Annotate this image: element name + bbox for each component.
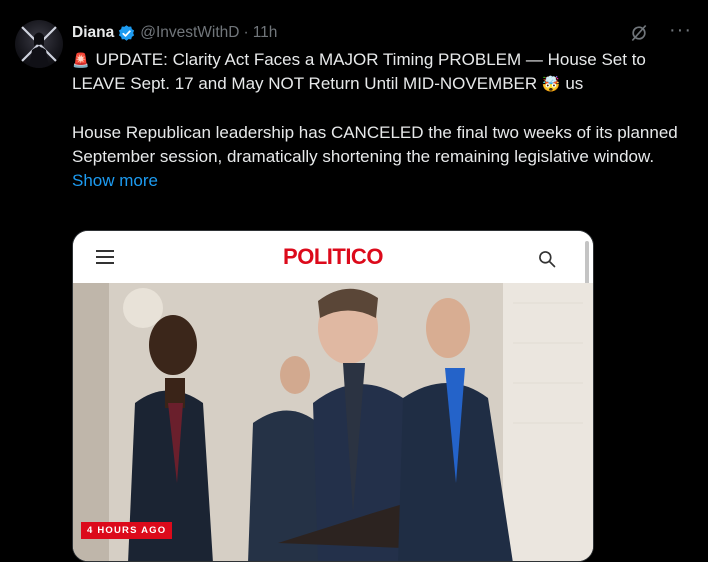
- tweet-header: Diana @InvestWithD · 11h ···: [72, 20, 692, 44]
- tweet-headline: 🚨 UPDATE: Clarity Act Faces a MAJOR Timin…: [72, 48, 692, 97]
- search-icon: [539, 251, 556, 268]
- tweet-paragraph: House Republican leadership has CANCELED…: [72, 123, 678, 166]
- verified-badge-icon: [119, 24, 135, 41]
- shocked-emoji: 🤯: [541, 76, 561, 93]
- site-header: POLITICO: [73, 231, 593, 311]
- headline-suffix: us: [565, 74, 584, 93]
- siren-emoji: 🚨: [72, 52, 90, 68]
- headline-line1: UPDATE: Clarity Act Faces a MAJOR Timing…: [95, 50, 646, 69]
- more-icon[interactable]: ···: [669, 20, 692, 40]
- show-more-link[interactable]: Show more: [72, 169, 692, 193]
- author-name[interactable]: Diana: [72, 24, 114, 42]
- grok-icon[interactable]: [629, 23, 649, 43]
- tweet-text: 🚨 UPDATE: Clarity Act Faces a MAJOR Timin…: [72, 48, 692, 193]
- article-age-badge: 4 HOURS AGO: [81, 522, 173, 539]
- link-preview-card[interactable]: POLITICO 4 HOURS AGO: [72, 230, 594, 562]
- publisher-logo: POLITICO: [283, 244, 383, 269]
- avatar[interactable]: [15, 20, 63, 68]
- tweet-timestamp[interactable]: 11h: [253, 24, 278, 42]
- headline-line2: LEAVE Sept. 17 and May NOT Return Until …: [72, 74, 538, 93]
- article-photo-art: [73, 283, 593, 561]
- avatar-image: [20, 25, 58, 68]
- author-handle[interactable]: @InvestWithD: [140, 24, 239, 42]
- header-separator: ·: [243, 24, 249, 41]
- article-photo: [73, 283, 593, 561]
- header-actions: ···: [629, 20, 692, 43]
